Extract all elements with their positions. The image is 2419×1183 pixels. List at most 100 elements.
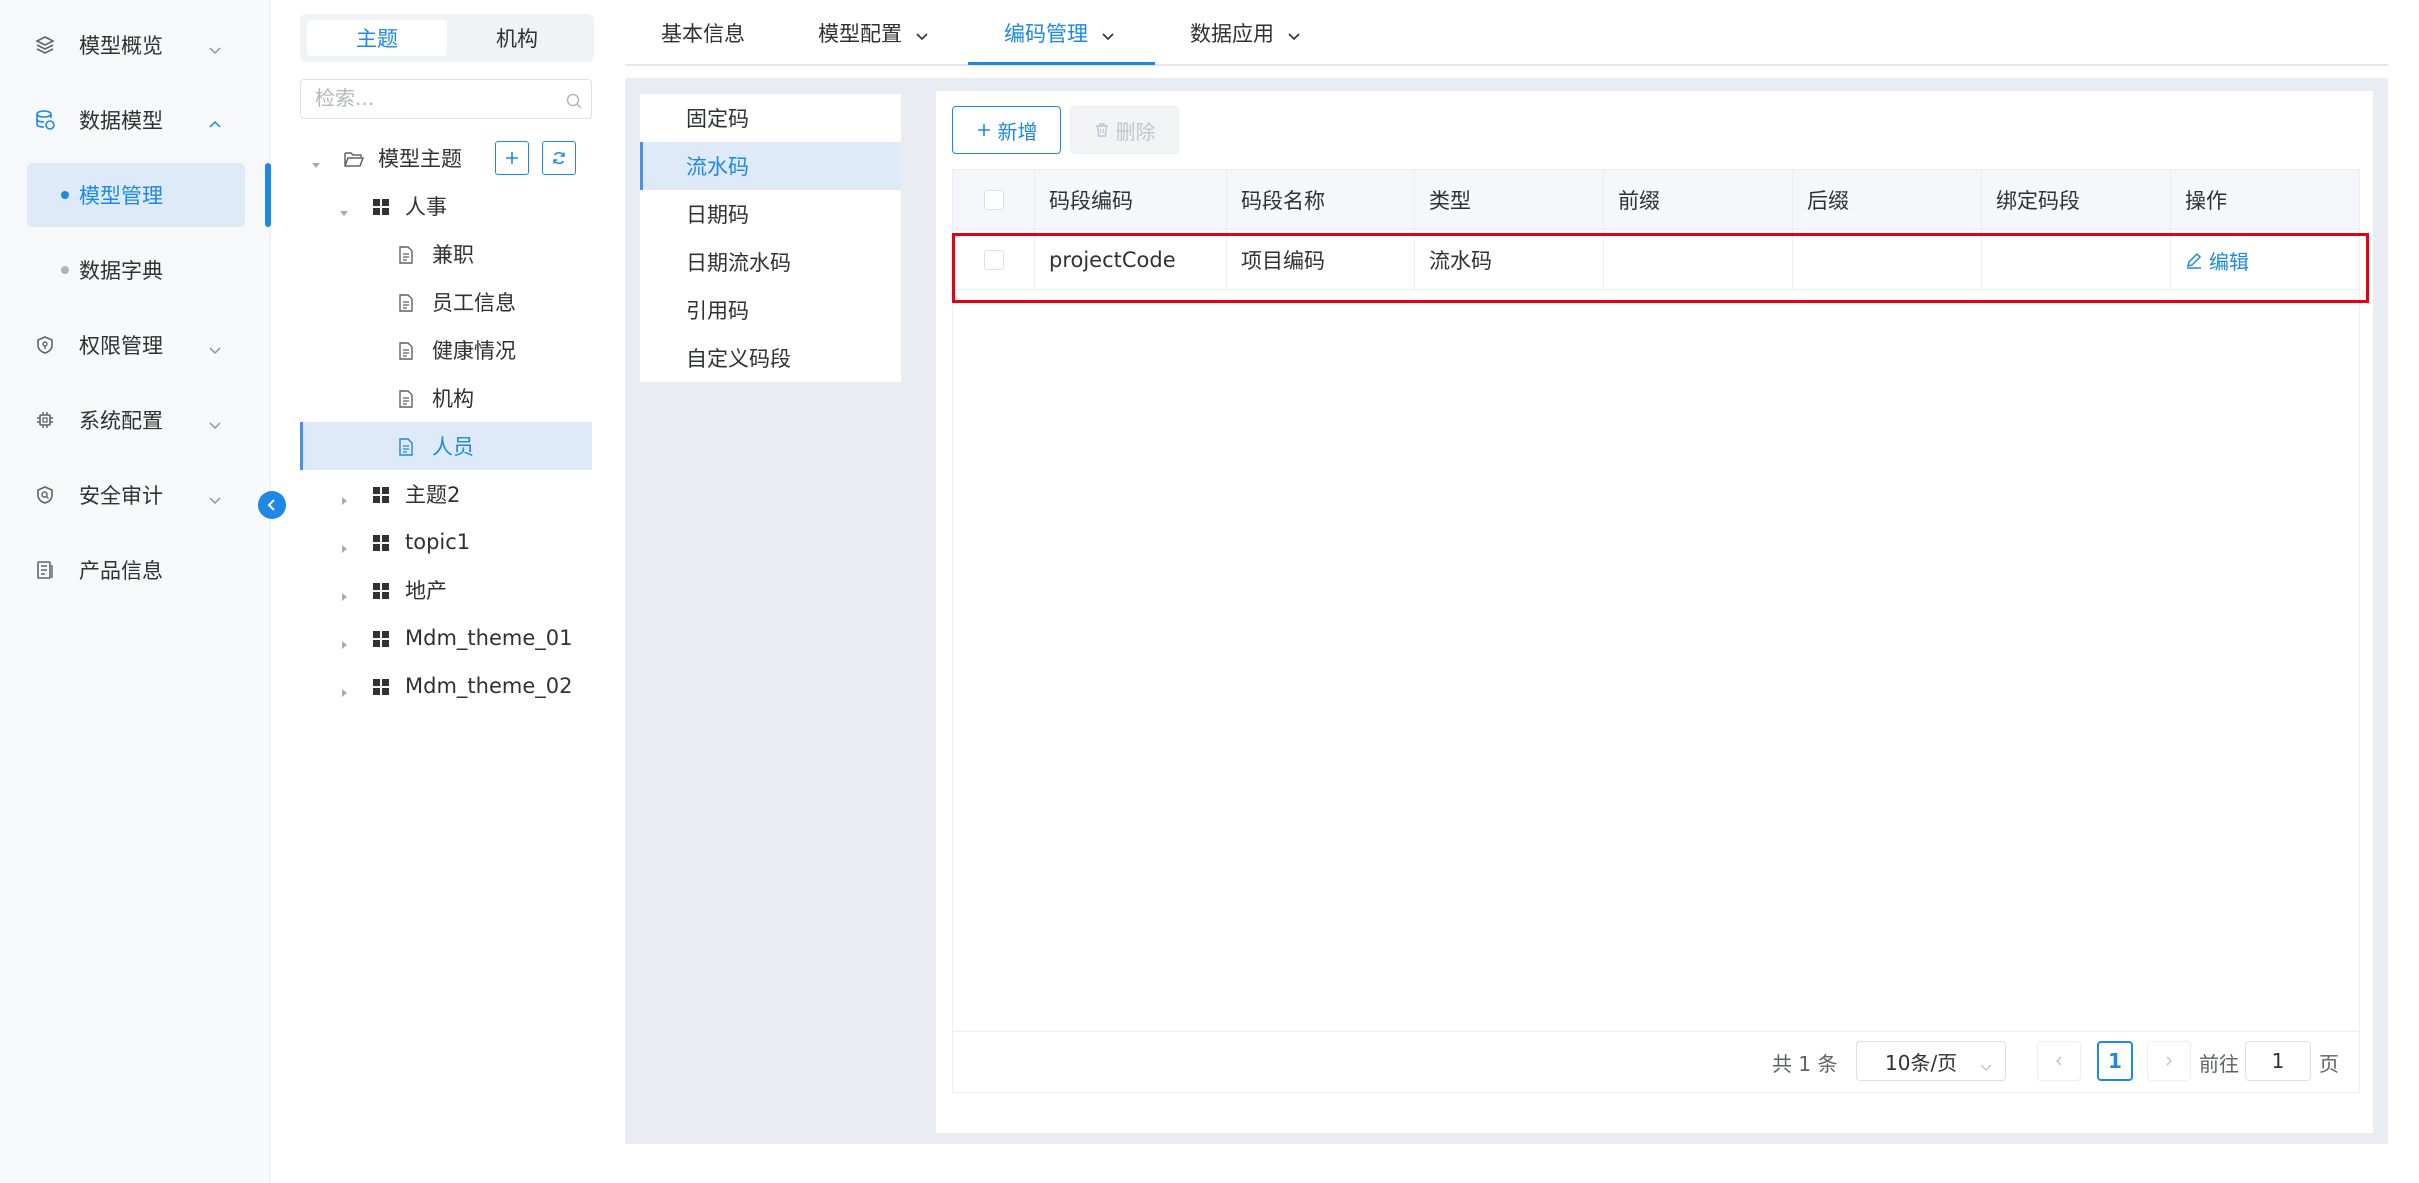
chevron-down-icon	[1979, 1055, 1993, 1079]
chip-icon	[34, 409, 56, 431]
tree-node-topic2[interactable]: 主题2	[300, 470, 592, 518]
grid-icon	[372, 485, 390, 503]
header-suffix[interactable]: 后缀	[1793, 170, 1982, 230]
tree-search-input[interactable]	[315, 80, 555, 116]
tree-node-organization[interactable]: 机构	[300, 374, 592, 422]
tree-node-real-estate[interactable]: 地产	[300, 566, 592, 614]
code-type-date-serial[interactable]: 日期流水码	[640, 238, 901, 286]
nav-permission[interactable]: 权限管理	[0, 313, 271, 377]
chevron-down-icon	[208, 488, 222, 505]
document-list-icon	[34, 559, 56, 581]
chevron-down-icon	[1286, 25, 1302, 41]
shield-icon	[34, 334, 56, 356]
grid-icon	[372, 581, 390, 599]
tree-node-part-time[interactable]: 兼职	[300, 230, 592, 278]
caret-right-icon[interactable]	[338, 680, 350, 697]
chevron-down-icon	[1100, 25, 1116, 41]
tree-node-label: 员工信息	[432, 291, 516, 315]
tree-node-label: 模型主题	[378, 147, 462, 171]
chevron-left-icon	[2053, 1055, 2065, 1067]
cell-prefix	[1604, 230, 1793, 290]
nav-label: 模型概览	[79, 34, 163, 58]
add-node-button[interactable]	[495, 141, 529, 175]
grid-icon	[372, 629, 390, 647]
delete-button[interactable]: 删除	[1070, 106, 1179, 154]
search-icon[interactable]	[565, 91, 583, 115]
code-type-reference[interactable]: 引用码	[640, 286, 901, 334]
code-segment-table: 码段编码 码段名称 类型 前缀 后缀 绑定码段 操作 projectCode 项…	[952, 169, 2360, 1093]
header-prefix[interactable]: 前缀	[1604, 170, 1793, 230]
row-checkbox[interactable]	[983, 250, 1004, 270]
tree-node-label: 地产	[405, 579, 447, 603]
prev-page-button[interactable]	[2037, 1041, 2081, 1081]
tree-node-label: 主题2	[405, 483, 461, 507]
caret-right-icon[interactable]	[338, 584, 350, 601]
active-indicator	[265, 163, 271, 227]
tree-node-employee-info[interactable]: 员工信息	[300, 278, 592, 326]
audit-shield-icon	[34, 484, 56, 506]
sub-item-data-dictionary[interactable]: 数据字典	[27, 238, 245, 302]
document-icon	[398, 293, 416, 312]
tree-node-health[interactable]: 健康情况	[300, 326, 592, 374]
collapse-sidebar-button[interactable]	[258, 491, 286, 519]
grid-icon	[372, 677, 390, 695]
nav-model-overview[interactable]: 模型概览	[0, 13, 271, 77]
header-name[interactable]: 码段名称	[1227, 170, 1415, 230]
select-all-checkbox[interactable]	[983, 190, 1004, 210]
pagination-total: 共 1 条	[1772, 1052, 1838, 1076]
goto-page-input[interactable]	[2245, 1041, 2311, 1081]
tree-node-staff[interactable]: 人员	[300, 422, 592, 470]
folder-open-icon	[344, 149, 365, 167]
caret-right-icon[interactable]	[338, 536, 350, 553]
header-bound-segment[interactable]: 绑定码段	[1982, 170, 2171, 230]
table-row[interactable]: projectCode 项目编码 流水码 编辑	[953, 230, 2359, 290]
tree-node-personnel[interactable]: 人事	[300, 182, 592, 230]
add-button[interactable]: 新增	[952, 106, 1061, 154]
cell-type: 流水码	[1415, 230, 1604, 290]
delete-button-label: 删除	[1115, 119, 1156, 144]
code-type-fixed[interactable]: 固定码	[640, 94, 901, 142]
next-page-button[interactable]	[2147, 1041, 2191, 1081]
tree-node-mdm-theme-02[interactable]: Mdm_theme_02	[300, 662, 592, 710]
header-actions: 操作	[2185, 189, 2227, 213]
refresh-tree-button[interactable]	[542, 141, 576, 175]
segment-organization[interactable]: 机构	[447, 20, 587, 56]
tab-model-config[interactable]: 模型配置	[818, 0, 930, 66]
sidebar: 模型概览 数据模型 模型管理 数据字典 权限管理 系统配置 安全审计 产品信息	[0, 0, 271, 1183]
nav-product-info[interactable]: 产品信息	[0, 538, 271, 602]
edit-link[interactable]: 编辑	[2185, 246, 2249, 275]
nav-label: 权限管理	[79, 334, 163, 358]
page-number-current[interactable]: 1	[2097, 1041, 2133, 1081]
document-icon	[398, 245, 416, 264]
tab-data-application[interactable]: 数据应用	[1190, 0, 1302, 66]
nav-security-audit[interactable]: 安全审计	[0, 463, 271, 527]
tab-code-management[interactable]: 编码管理	[1004, 0, 1116, 66]
code-type-serial[interactable]: 流水码	[640, 142, 901, 190]
tree-node-topic1[interactable]: topic1	[300, 518, 592, 566]
pencil-icon	[2185, 251, 2203, 269]
segment-control: 主题 机构	[300, 14, 594, 62]
caret-down-icon[interactable]	[338, 200, 350, 216]
tab-basic-info[interactable]: 基本信息	[661, 0, 745, 66]
segment-topic[interactable]: 主题	[307, 20, 447, 56]
document-icon	[398, 389, 416, 408]
chevron-right-icon	[2163, 1055, 2175, 1067]
sub-item-model-management[interactable]: 模型管理	[27, 163, 245, 227]
nav-data-model[interactable]: 数据模型	[0, 88, 271, 152]
chevron-down-icon	[208, 38, 222, 55]
caret-right-icon[interactable]	[338, 488, 350, 505]
tree-node-mdm-theme-01[interactable]: Mdm_theme_01	[300, 614, 592, 662]
cell-name: 项目编码	[1227, 230, 1415, 290]
caret-right-icon[interactable]	[338, 632, 350, 649]
nav-system-config[interactable]: 系统配置	[0, 388, 271, 452]
page-size-select[interactable]: 10条/页	[1856, 1041, 2006, 1081]
bullet-dot	[61, 266, 69, 274]
code-type-custom[interactable]: 自定义码段	[640, 334, 901, 382]
header-type[interactable]: 类型	[1415, 170, 1604, 230]
header-code[interactable]: 码段编码	[1035, 170, 1227, 230]
chevron-down-icon	[914, 25, 930, 41]
tab-label: 基本信息	[661, 22, 745, 46]
cell-suffix	[1793, 230, 1982, 290]
code-type-date[interactable]: 日期码	[640, 190, 901, 238]
caret-down-icon[interactable]	[310, 152, 322, 168]
